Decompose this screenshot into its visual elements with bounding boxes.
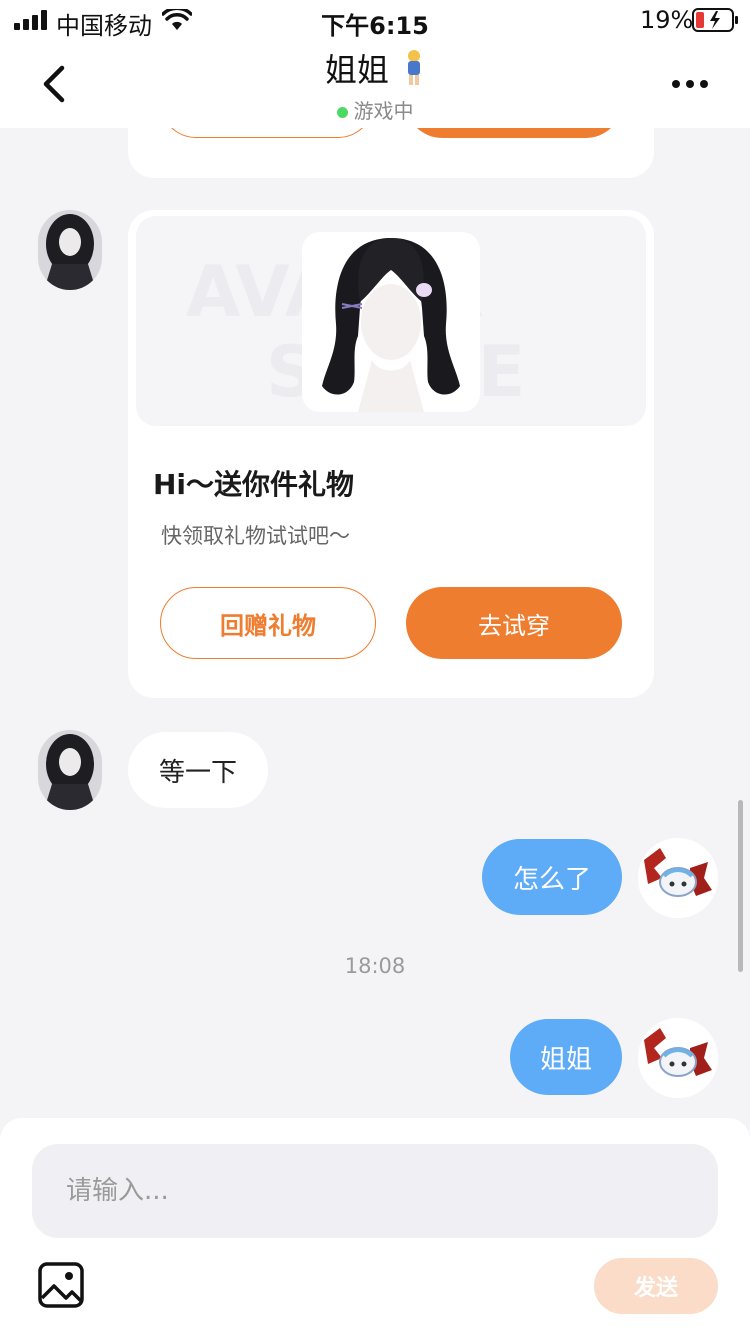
gift-card-title: Hi～送你件礼物 xyxy=(153,468,355,501)
message-bubble-outgoing[interactable]: 姐姐 xyxy=(510,1019,622,1095)
presence-status: 游戏中 xyxy=(0,95,750,124)
scrollbar-thumb[interactable] xyxy=(738,800,743,972)
return-gift-button[interactable]: 回赠礼物 xyxy=(160,587,376,659)
more-options-button[interactable] xyxy=(668,66,712,102)
gift-item-image[interactable] xyxy=(302,232,480,412)
my-avatar-image xyxy=(638,838,718,918)
presence-label: 游戏中 xyxy=(353,99,414,123)
battery-percent: 19% xyxy=(640,6,694,34)
hairstyle-icon xyxy=(322,238,460,412)
image-icon xyxy=(38,1262,84,1308)
try-on-button[interactable]: 去试穿 xyxy=(406,587,622,659)
more-dots-icon xyxy=(672,80,708,88)
message-timestamp: 18:08 xyxy=(344,954,406,978)
online-dot-icon xyxy=(336,107,348,118)
my-avatar-image xyxy=(638,1018,718,1098)
gift-card-subtitle: 快领取礼物试试吧～ xyxy=(161,524,350,548)
clock: 下午6:15 xyxy=(321,12,429,40)
image-picker-button[interactable] xyxy=(38,1262,84,1308)
battery-icon xyxy=(692,8,740,36)
message-bubble-outgoing[interactable]: 怎么了 xyxy=(482,839,622,915)
page-title: 姐姐 xyxy=(0,45,750,91)
contact-avatar[interactable] xyxy=(38,730,102,810)
send-button[interactable]: 发送 xyxy=(594,1258,718,1314)
contact-avatar[interactable] xyxy=(38,210,102,290)
message-input[interactable] xyxy=(32,1144,718,1238)
my-avatar[interactable] xyxy=(638,838,718,918)
avatar-figure-icon xyxy=(408,50,421,85)
contact-avatar-image xyxy=(38,210,102,290)
message-bubble-incoming[interactable]: 等一下 xyxy=(128,732,268,808)
contact-name: 姐姐 xyxy=(324,51,389,89)
my-avatar[interactable] xyxy=(638,1018,718,1098)
contact-avatar-image xyxy=(38,730,102,810)
